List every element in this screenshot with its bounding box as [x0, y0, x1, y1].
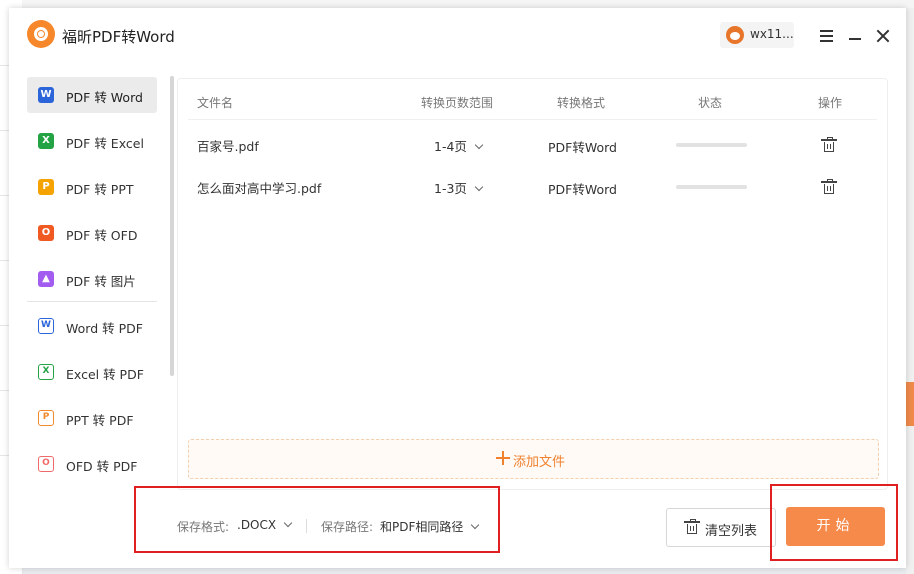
avatar — [726, 26, 744, 44]
image-icon: ▲ — [38, 271, 54, 287]
word-outline-icon: W — [38, 318, 54, 334]
title-bar: 福昕PDF转Word wx11... — [9, 8, 906, 66]
sidebar-item-label: PDF 转 Excel — [66, 136, 144, 151]
file-list-panel: 文件名 转换页数范围 转换格式 状态 操作 百家号.pdf 1-4页 PDF转W… — [177, 78, 888, 490]
close-icon[interactable] — [875, 28, 891, 44]
progress-bar — [676, 185, 747, 189]
delete-icon[interactable] — [821, 179, 837, 195]
ppt-outline-icon: P — [38, 410, 54, 426]
excel-outline-icon: X — [38, 364, 54, 380]
column-header-name: 文件名 — [197, 96, 234, 110]
excel-icon: X — [38, 133, 54, 149]
app-title: 福昕PDF转Word — [62, 28, 175, 46]
sidebar-divider — [27, 301, 157, 302]
sidebar: W PDF 转 Word X PDF 转 Excel P PDF 转 PPT O PDF 转 … — [23, 74, 173, 494]
sidebar-item[interactable]: W PDF 转 Word — [27, 77, 157, 113]
sidebar-item-label: PDF 转 OFD — [66, 228, 138, 243]
ofd-outline-icon: O — [38, 456, 54, 472]
sidebar-item[interactable]: ▲ PDF 转 图片 — [27, 261, 157, 297]
background-orange-tab — [906, 382, 914, 426]
column-header-action: 操作 — [818, 96, 843, 110]
convert-format: PDF转Word — [548, 182, 617, 197]
sidebar-item-label: PDF 转 Word — [66, 90, 143, 105]
column-header-range: 转换页数范围 — [421, 96, 494, 110]
minimize-icon[interactable] — [847, 28, 863, 44]
sidebar-scrollbar[interactable] — [170, 76, 174, 376]
delete-icon[interactable] — [821, 137, 837, 153]
plus-icon — [496, 451, 510, 465]
page-range-select[interactable]: 1-3页 — [434, 178, 484, 197]
column-header-format: 转换格式 — [557, 96, 606, 110]
file-name: 怎么面对高中学习.pdf — [197, 181, 322, 196]
sidebar-item-label: OFD 转 PDF — [66, 459, 138, 474]
app-logo-icon — [27, 20, 55, 48]
add-file-button[interactable]: 添加文件 — [188, 439, 879, 479]
page-range-select[interactable]: 1-4页 — [434, 136, 484, 155]
sidebar-item[interactable]: P PDF 转 PPT — [27, 169, 157, 205]
highlight-box-options — [134, 486, 500, 553]
background-top — [22, 0, 914, 8]
sidebar-item-label: Excel 转 PDF — [66, 367, 144, 382]
sidebar-item[interactable]: X Excel 转 PDF — [27, 354, 157, 390]
progress-bar — [676, 143, 747, 147]
sidebar-item[interactable]: O OFD 转 PDF — [27, 446, 157, 482]
highlight-box-start — [770, 484, 898, 561]
word-icon: W — [38, 87, 54, 103]
sidebar-item[interactable]: O PDF 转 OFD — [27, 215, 157, 251]
sidebar-item-label: PPT 转 PDF — [66, 413, 134, 428]
ppt-icon: P — [38, 179, 54, 195]
sidebar-item[interactable]: X PDF 转 Excel — [27, 123, 157, 159]
sidebar-item-label: PDF 转 PPT — [66, 182, 134, 197]
sidebar-item-label: PDF 转 图片 — [66, 274, 136, 289]
file-name: 百家号.pdf — [197, 139, 259, 154]
clear-list-button[interactable]: 清空列表 — [666, 508, 776, 547]
background-right — [906, 8, 914, 574]
convert-format: PDF转Word — [548, 140, 617, 155]
chevron-down-icon — [474, 140, 484, 150]
header-divider — [188, 119, 877, 120]
menu-icon[interactable] — [818, 28, 834, 44]
chevron-down-icon — [474, 182, 484, 192]
sidebar-item[interactable]: P PPT 转 PDF — [27, 400, 157, 436]
trash-icon — [684, 519, 700, 535]
user-name: wx11... — [750, 27, 794, 41]
sidebar-item[interactable]: W Word 转 PDF — [27, 308, 157, 344]
clear-list-label: 清空列表 — [705, 524, 758, 539]
user-account[interactable]: wx11... — [720, 22, 794, 48]
sidebar-item-label: Word 转 PDF — [66, 321, 143, 336]
ofd-icon: O — [38, 225, 54, 241]
add-file-label: 添加文件 — [513, 455, 566, 470]
column-header-status: 状态 — [698, 96, 723, 110]
app-window: 福昕PDF转Word wx11... W PDF 转 Word X PDF 转 Exc… — [9, 8, 906, 568]
